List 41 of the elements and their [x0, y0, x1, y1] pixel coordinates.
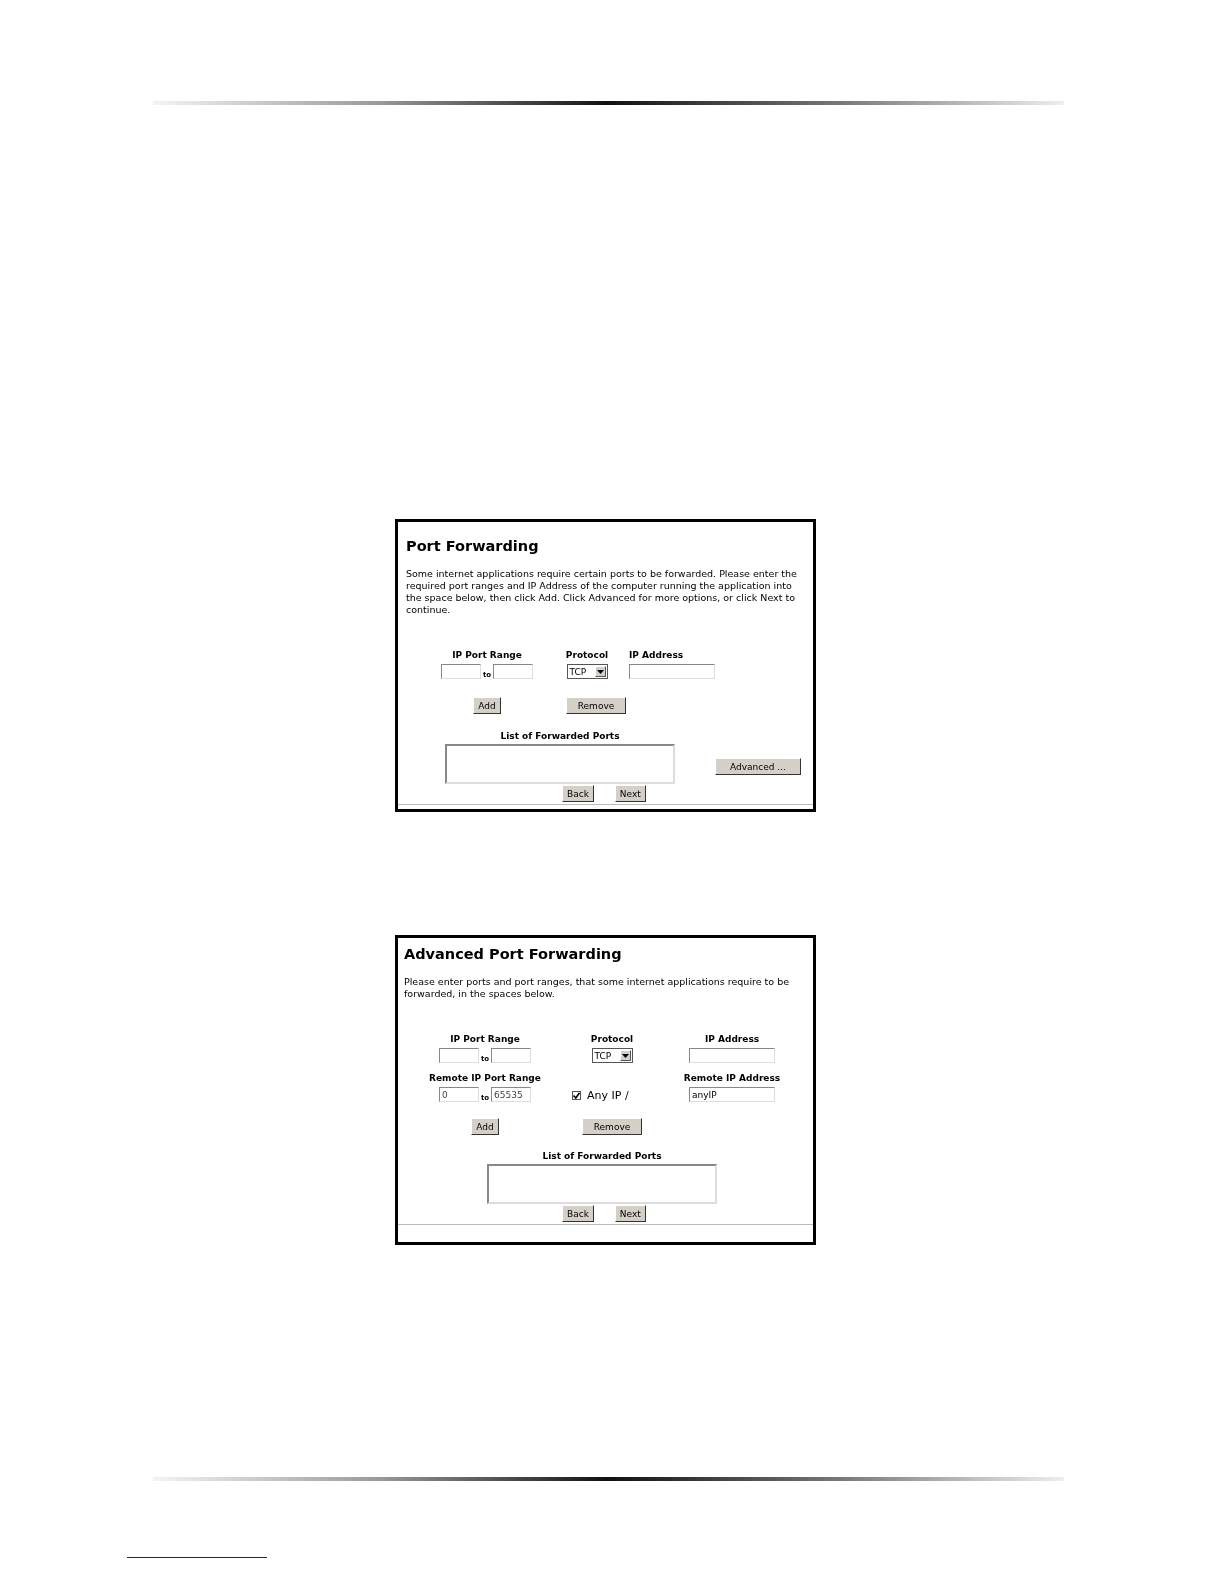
remove-button[interactable]: Remove	[566, 697, 626, 714]
port-from-field[interactable]	[438, 1048, 479, 1063]
advanced-button[interactable]: Advanced ...	[715, 758, 801, 775]
field-label: Protocol	[590, 1034, 634, 1045]
field-label: IP Address	[629, 650, 684, 661]
add-button[interactable]: Add	[473, 697, 501, 714]
ip-address-field[interactable]	[629, 664, 715, 679]
port-from-field[interactable]: 0	[438, 1087, 479, 1102]
field-label: IP Port Range	[450, 1034, 520, 1045]
description-text: Some internet applications require certain ports to be forwarded. Please enter the required port ranges and IP Address of the computer running the application into the space below, then click Add. Click Advanced for more options, or click Next to continue.	[406, 568, 798, 616]
remove-button[interactable]: Remove	[582, 1118, 642, 1135]
field-label: IP Port Range	[452, 650, 522, 661]
forwarded-ports-list[interactable]	[487, 1164, 717, 1204]
forwarded-ports-list[interactable]	[445, 744, 675, 784]
page-title: Advanced Port Forwarding	[404, 946, 623, 962]
port-to-field[interactable]: 65535	[491, 1087, 532, 1102]
description-text: Please enter ports and port ranges, that some internet applications require to be forwarded, in the spaces below.	[404, 976, 791, 1000]
back-button[interactable]: Back	[562, 785, 594, 802]
port-to-field[interactable]	[491, 1048, 532, 1063]
field-label: IP Address	[704, 1034, 760, 1045]
checkbox[interactable]	[572, 1091, 581, 1100]
next-button[interactable]: Next	[614, 1205, 646, 1222]
port-from-field[interactable]	[440, 664, 481, 679]
add-button[interactable]: Add	[471, 1118, 499, 1135]
field-label: Remote IP Address	[683, 1073, 781, 1084]
checkmark-icon	[573, 1092, 580, 1099]
field-label: Remote IP Port Range	[429, 1073, 541, 1084]
list-label: List of Forwarded Ports	[542, 1151, 662, 1162]
protocol-dropdown[interactable]: TCP	[591, 1048, 633, 1063]
protocol-dropdown[interactable]: TCP	[566, 664, 608, 679]
page-title: Port Forwarding	[406, 538, 540, 554]
back-button[interactable]: Back	[562, 1205, 594, 1222]
dropdown-arrow-icon	[621, 1053, 629, 1058]
list-label: List of Forwarded Ports	[500, 731, 620, 742]
ip-address-field[interactable]	[689, 1048, 775, 1063]
field-label: Protocol	[565, 650, 609, 661]
port-to-field[interactable]	[493, 664, 534, 679]
checkbox-label: Any IP /	[587, 1089, 629, 1102]
next-button[interactable]: Next	[614, 785, 646, 802]
dropdown-arrow-icon	[596, 669, 604, 674]
ip-address-field[interactable]: anyIP	[689, 1087, 775, 1102]
